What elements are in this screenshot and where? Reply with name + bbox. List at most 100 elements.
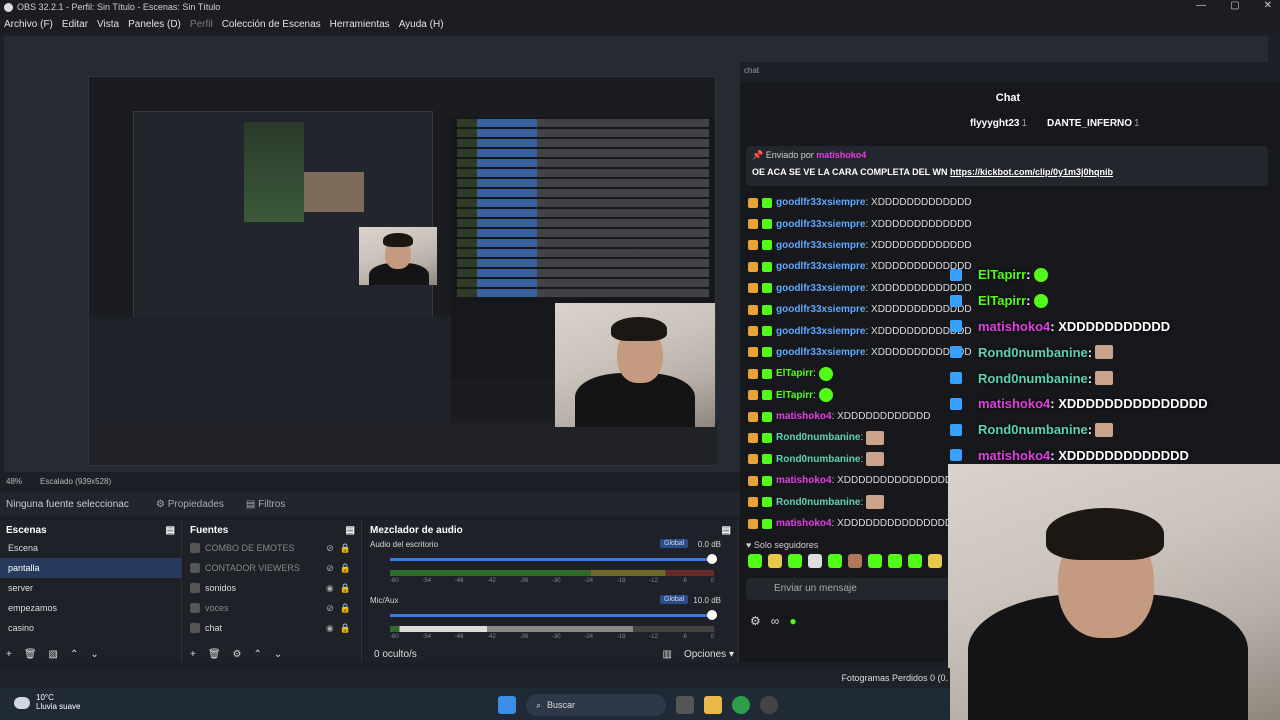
file-explorer-icon[interactable] bbox=[704, 696, 722, 714]
chat-input[interactable]: Enviar un mensaje bbox=[746, 578, 958, 600]
zoom-level[interactable]: 48% bbox=[6, 477, 22, 486]
lock-icon[interactable]: 🔒 bbox=[340, 583, 351, 594]
lock-icon[interactable]: 🔒 bbox=[340, 603, 351, 614]
chrome-icon[interactable] bbox=[732, 696, 750, 714]
filter-icon[interactable]: ▧ bbox=[49, 649, 58, 660]
chat-username[interactable]: Rond0numbanine bbox=[776, 497, 860, 508]
menu-editar[interactable]: Editar bbox=[62, 19, 88, 30]
volume-slider[interactable] bbox=[390, 614, 714, 617]
emote-icon bbox=[1095, 345, 1114, 360]
volume-slider[interactable] bbox=[390, 558, 714, 561]
dock-menu-icon[interactable]: ▤ bbox=[346, 525, 355, 536]
source-name: sonidos bbox=[205, 583, 237, 593]
chat-username[interactable]: Rond0numbanine bbox=[776, 454, 860, 465]
clip-link[interactable]: https://kickbot.com/clip/0y1m3j0hqnib bbox=[950, 167, 1113, 177]
add-icon[interactable]: + bbox=[6, 649, 12, 660]
menu-coleccion[interactable]: Colección de Escenas bbox=[222, 19, 321, 30]
obs-icon[interactable] bbox=[760, 696, 778, 714]
infinity-icon[interactable]: ∞ bbox=[771, 614, 780, 628]
source-item[interactable]: sonidos ◉ 🔒 bbox=[184, 578, 361, 598]
global-badge[interactable]: Global bbox=[660, 595, 689, 604]
hidden-eye-icon[interactable]: ⊘ bbox=[326, 543, 334, 554]
down-icon[interactable]: ⌄ bbox=[274, 649, 282, 660]
source-item[interactable]: CONTADOR VIEWERS ⊘ 🔒 bbox=[184, 558, 361, 578]
eye-icon[interactable]: ◉ bbox=[326, 623, 334, 634]
taskbar-search[interactable]: ⌕ Buscar bbox=[526, 694, 666, 716]
chat-username[interactable]: goodlfr33xsiempre bbox=[776, 283, 865, 294]
task-view-icon[interactable] bbox=[676, 696, 694, 714]
gifter-entry[interactable]: DANTE_INFERNO 1 bbox=[1047, 118, 1140, 129]
scene-item[interactable]: casino bbox=[0, 618, 181, 638]
layout-icon[interactable]: ▥ bbox=[662, 649, 671, 660]
menu-herramientas[interactable]: Herramientas bbox=[330, 19, 390, 30]
windows-start-icon[interactable] bbox=[498, 696, 516, 714]
menu-paneles[interactable]: Paneles (D) bbox=[128, 19, 181, 30]
volume-slider-handle[interactable] bbox=[707, 610, 717, 620]
volume-slider-handle[interactable] bbox=[707, 554, 717, 564]
chat-username[interactable]: matishoko4 bbox=[776, 518, 832, 529]
source-name: COMBO DE EMOTES bbox=[205, 543, 295, 553]
settings-icon[interactable]: ⚙ bbox=[750, 614, 761, 628]
chat-username[interactable]: goodlfr33xsiempre bbox=[776, 326, 865, 337]
preview-scale-bar: 48% Escalado (939x528) bbox=[0, 474, 740, 488]
chat-username[interactable]: goodlfr33xsiempre bbox=[776, 219, 865, 230]
chat-username[interactable]: goodlfr33xsiempre bbox=[776, 240, 865, 251]
chat-username[interactable]: goodlfr33xsiempre bbox=[776, 261, 865, 272]
badge-icon bbox=[762, 475, 772, 486]
overlay-text: : bbox=[1087, 422, 1093, 438]
hidden-eye-icon[interactable]: ⊘ bbox=[326, 563, 334, 574]
source-item[interactable]: voces ⊘ 🔒 bbox=[184, 598, 361, 618]
trash-icon[interactable]: 🗑 bbox=[24, 649, 37, 660]
kick-icon[interactable]: ● bbox=[789, 614, 796, 628]
source-item[interactable]: COMBO DE EMOTES ⊘ 🔒 bbox=[184, 538, 361, 558]
trash-icon[interactable]: 🗑 bbox=[208, 649, 221, 660]
dock-menu-icon[interactable]: ▤ bbox=[166, 525, 175, 536]
up-icon[interactable]: ⌃ bbox=[70, 649, 78, 660]
dock-menu-icon[interactable]: ▤ bbox=[722, 525, 731, 536]
gifter-entry[interactable]: flyyyght23 1 bbox=[970, 118, 1027, 129]
hidden-count: 0 oculto/s bbox=[374, 648, 417, 660]
overlay-username: Rond0numbanine bbox=[978, 344, 1088, 360]
chat-username[interactable]: ElTapirr bbox=[776, 368, 813, 379]
lock-icon[interactable]: 🔒 bbox=[340, 563, 351, 574]
chat-text: : bbox=[860, 432, 864, 444]
weather-widget[interactable]: 10°C Lluvia suave bbox=[14, 693, 80, 711]
emote-bar[interactable] bbox=[748, 554, 942, 568]
no-source-label: Ninguna fuente seleccionac bbox=[6, 498, 129, 510]
hidden-eye-icon[interactable]: ⊘ bbox=[326, 603, 334, 614]
scene-item[interactable]: empezamos bbox=[0, 598, 181, 618]
scene-item[interactable]: Escena bbox=[0, 538, 181, 558]
chat-username[interactable]: ElTapirr bbox=[776, 390, 813, 401]
nested-capture bbox=[133, 111, 433, 325]
menu-ayuda[interactable]: Ayuda (H) bbox=[399, 19, 444, 30]
down-icon[interactable]: ⌄ bbox=[90, 649, 98, 660]
lock-icon[interactable]: 🔒 bbox=[340, 623, 351, 634]
options-button[interactable]: Opciones ▾ bbox=[684, 649, 734, 660]
maximize-button[interactable]: ▢ bbox=[1230, 0, 1239, 11]
filters-button[interactable]: ▤ Filtros bbox=[240, 495, 291, 514]
chat-username[interactable]: goodlfr33xsiempre bbox=[776, 347, 865, 358]
minimize-button[interactable]: — bbox=[1196, 0, 1206, 11]
source-item[interactable]: chat ◉ 🔒 bbox=[184, 618, 361, 638]
scene-item[interactable]: server bbox=[0, 578, 181, 598]
add-icon[interactable]: + bbox=[190, 649, 196, 660]
chat-username[interactable]: matishoko4 bbox=[776, 411, 832, 422]
source-toolbar: Ninguna fuente seleccionac ⚙ Propiedades… bbox=[0, 492, 740, 516]
scale-indicator: Escalado (939x528) bbox=[40, 476, 112, 486]
scene-item-selected[interactable]: pantalla bbox=[0, 558, 181, 578]
menu-perfil[interactable]: Perfil bbox=[190, 19, 213, 30]
gear-icon[interactable]: ⚙ bbox=[233, 649, 242, 660]
global-badge[interactable]: Global bbox=[660, 539, 689, 548]
badge-icon bbox=[762, 432, 772, 443]
menu-vista[interactable]: Vista bbox=[97, 19, 119, 30]
chat-username[interactable]: goodlfr33xsiempre bbox=[776, 197, 865, 208]
close-button[interactable]: ✕ bbox=[1264, 0, 1272, 11]
chat-username[interactable]: matishoko4 bbox=[776, 475, 832, 486]
up-icon[interactable]: ⌃ bbox=[254, 649, 262, 660]
lock-icon[interactable]: 🔒 bbox=[340, 543, 351, 554]
eye-icon[interactable]: ◉ bbox=[326, 583, 334, 594]
properties-button[interactable]: ⚙ Propiedades bbox=[150, 495, 230, 514]
chat-username[interactable]: Rond0numbanine bbox=[776, 432, 860, 443]
menu-archivo[interactable]: Archivo (F) bbox=[4, 19, 53, 30]
chat-username[interactable]: goodlfr33xsiempre bbox=[776, 304, 865, 315]
